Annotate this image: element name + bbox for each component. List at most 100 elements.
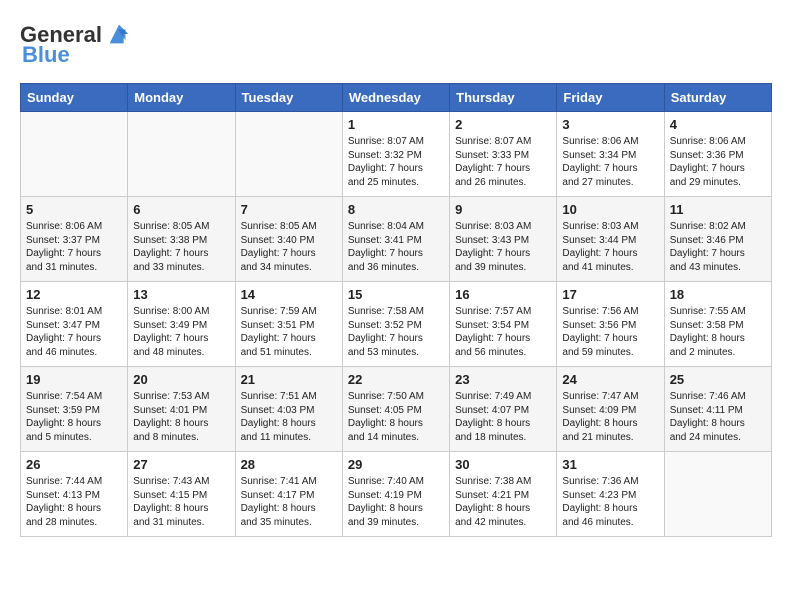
day-content: Sunrise: 7:49 AM Sunset: 4:07 PM Dayligh… [455,390,551,444]
day-content: Sunrise: 8:01 AM Sunset: 3:47 PM Dayligh… [26,305,122,359]
calendar-day-cell: 28 Sunrise: 7:41 AM Sunset: 4:17 PM Dayli… [235,452,342,537]
day-content: Sunrise: 8:00 AM Sunset: 3:49 PM Dayligh… [133,305,229,359]
day-content: Sunrise: 7:46 AM Sunset: 4:11 PM Dayligh… [670,390,766,444]
calendar-week-row: 26 Sunrise: 7:44 AM Sunset: 4:13 PM Dayli… [21,452,772,537]
day-content: Sunrise: 7:44 AM Sunset: 4:13 PM Dayligh… [26,475,122,529]
day-content: Sunrise: 8:02 AM Sunset: 3:46 PM Dayligh… [670,220,766,274]
day-content: Sunrise: 8:06 AM Sunset: 3:34 PM Dayligh… [562,135,658,189]
calendar-empty-cell [235,112,342,197]
calendar-day-cell: 22 Sunrise: 7:50 AM Sunset: 4:05 PM Dayli… [342,367,449,452]
weekday-header-thursday: Thursday [450,84,557,112]
day-number: 24 [562,372,658,387]
day-content: Sunrise: 7:53 AM Sunset: 4:01 PM Dayligh… [133,390,229,444]
calendar-day-cell: 27 Sunrise: 7:43 AM Sunset: 4:15 PM Dayli… [128,452,235,537]
day-number: 28 [241,457,337,472]
calendar-day-cell: 11 Sunrise: 8:02 AM Sunset: 3:46 PM Dayli… [664,197,771,282]
day-number: 3 [562,117,658,132]
weekday-header-tuesday: Tuesday [235,84,342,112]
calendar-week-row: 5Sunrise: 8:06 AM Sunset: 3:37 PM Daylig… [21,197,772,282]
calendar-day-cell: 4 Sunrise: 8:06 AM Sunset: 3:36 PM Daylig… [664,112,771,197]
day-content: Sunrise: 8:03 AM Sunset: 3:44 PM Dayligh… [562,220,658,274]
day-number: 13 [133,287,229,302]
weekday-header-row: SundayMondayTuesdayWednesdayThursdayFrid… [21,84,772,112]
calendar-day-cell: 9Sunrise: 8:03 AM Sunset: 3:43 PM Daylig… [450,197,557,282]
calendar-day-cell: 3 Sunrise: 8:06 AM Sunset: 3:34 PM Daylig… [557,112,664,197]
day-number: 29 [348,457,444,472]
day-number: 21 [241,372,337,387]
calendar-day-cell: 14 Sunrise: 7:59 AM Sunset: 3:51 PM Dayli… [235,282,342,367]
day-number: 1 [348,117,444,132]
calendar-day-cell: 5Sunrise: 8:06 AM Sunset: 3:37 PM Daylig… [21,197,128,282]
day-number: 15 [348,287,444,302]
day-number: 19 [26,372,122,387]
calendar-table: SundayMondayTuesdayWednesdayThursdayFrid… [20,83,772,537]
weekday-header-saturday: Saturday [664,84,771,112]
day-content: Sunrise: 7:58 AM Sunset: 3:52 PM Dayligh… [348,305,444,359]
day-number: 11 [670,202,766,217]
day-number: 30 [455,457,551,472]
day-content: Sunrise: 8:06 AM Sunset: 3:36 PM Dayligh… [670,135,766,189]
day-content: Sunrise: 7:40 AM Sunset: 4:19 PM Dayligh… [348,475,444,529]
day-content: Sunrise: 7:47 AM Sunset: 4:09 PM Dayligh… [562,390,658,444]
calendar-body: 1 Sunrise: 8:07 AM Sunset: 3:32 PM Daylig… [21,112,772,537]
calendar-day-cell: 25 Sunrise: 7:46 AM Sunset: 4:11 PM Dayli… [664,367,771,452]
logo-blue-text: Blue [22,42,70,68]
day-number: 12 [26,287,122,302]
calendar-day-cell: 19 Sunrise: 7:54 AM Sunset: 3:59 PM Dayli… [21,367,128,452]
weekday-header-sunday: Sunday [21,84,128,112]
calendar-day-cell: 29 Sunrise: 7:40 AM Sunset: 4:19 PM Dayli… [342,452,449,537]
calendar-day-cell: 12 Sunrise: 8:01 AM Sunset: 3:47 PM Dayli… [21,282,128,367]
calendar-day-cell: 24 Sunrise: 7:47 AM Sunset: 4:09 PM Dayli… [557,367,664,452]
logo: General Blue [20,20,133,68]
day-content: Sunrise: 7:59 AM Sunset: 3:51 PM Dayligh… [241,305,337,359]
calendar-day-cell: 2Sunrise: 8:07 AM Sunset: 3:33 PM Daylig… [450,112,557,197]
day-number: 22 [348,372,444,387]
day-number: 20 [133,372,229,387]
calendar-day-cell: 15 Sunrise: 7:58 AM Sunset: 3:52 PM Dayli… [342,282,449,367]
day-number: 31 [562,457,658,472]
day-content: Sunrise: 7:57 AM Sunset: 3:54 PM Dayligh… [455,305,551,359]
calendar-day-cell: 8Sunrise: 8:04 AM Sunset: 3:41 PM Daylig… [342,197,449,282]
calendar-day-cell: 10Sunrise: 8:03 AM Sunset: 3:44 PM Dayli… [557,197,664,282]
day-content: Sunrise: 7:50 AM Sunset: 4:05 PM Dayligh… [348,390,444,444]
calendar-day-cell: 20 Sunrise: 7:53 AM Sunset: 4:01 PM Dayli… [128,367,235,452]
page-header: General Blue [20,20,772,68]
calendar-empty-cell [128,112,235,197]
day-content: Sunrise: 7:51 AM Sunset: 4:03 PM Dayligh… [241,390,337,444]
day-content: Sunrise: 7:41 AM Sunset: 4:17 PM Dayligh… [241,475,337,529]
calendar-week-row: 19 Sunrise: 7:54 AM Sunset: 3:59 PM Dayli… [21,367,772,452]
day-number: 26 [26,457,122,472]
day-number: 2 [455,117,551,132]
day-content: Sunrise: 8:07 AM Sunset: 3:32 PM Dayligh… [348,135,444,189]
calendar-day-cell: 31 Sunrise: 7:36 AM Sunset: 4:23 PM Dayli… [557,452,664,537]
calendar-week-row: 12 Sunrise: 8:01 AM Sunset: 3:47 PM Dayli… [21,282,772,367]
weekday-header-friday: Friday [557,84,664,112]
day-number: 8 [348,202,444,217]
day-number: 14 [241,287,337,302]
calendar-day-cell: 7Sunrise: 8:05 AM Sunset: 3:40 PM Daylig… [235,197,342,282]
day-content: Sunrise: 7:55 AM Sunset: 3:58 PM Dayligh… [670,305,766,359]
calendar-day-cell: 18 Sunrise: 7:55 AM Sunset: 3:58 PM Dayli… [664,282,771,367]
calendar-day-cell: 16 Sunrise: 7:57 AM Sunset: 3:54 PM Dayli… [450,282,557,367]
weekday-header-monday: Monday [128,84,235,112]
day-content: Sunrise: 7:56 AM Sunset: 3:56 PM Dayligh… [562,305,658,359]
day-number: 9 [455,202,551,217]
calendar-empty-cell [21,112,128,197]
calendar-week-row: 1 Sunrise: 8:07 AM Sunset: 3:32 PM Daylig… [21,112,772,197]
day-number: 27 [133,457,229,472]
day-content: Sunrise: 7:43 AM Sunset: 4:15 PM Dayligh… [133,475,229,529]
day-number: 17 [562,287,658,302]
day-content: Sunrise: 7:54 AM Sunset: 3:59 PM Dayligh… [26,390,122,444]
calendar-empty-cell [664,452,771,537]
calendar-day-cell: 30Sunrise: 7:38 AM Sunset: 4:21 PM Dayli… [450,452,557,537]
calendar-day-cell: 6Sunrise: 8:05 AM Sunset: 3:38 PM Daylig… [128,197,235,282]
calendar-day-cell: 26 Sunrise: 7:44 AM Sunset: 4:13 PM Dayli… [21,452,128,537]
day-number: 18 [670,287,766,302]
day-number: 16 [455,287,551,302]
day-content: Sunrise: 7:36 AM Sunset: 4:23 PM Dayligh… [562,475,658,529]
day-number: 25 [670,372,766,387]
day-number: 4 [670,117,766,132]
day-number: 7 [241,202,337,217]
day-number: 5 [26,202,122,217]
calendar-day-cell: 23Sunrise: 7:49 AM Sunset: 4:07 PM Dayli… [450,367,557,452]
